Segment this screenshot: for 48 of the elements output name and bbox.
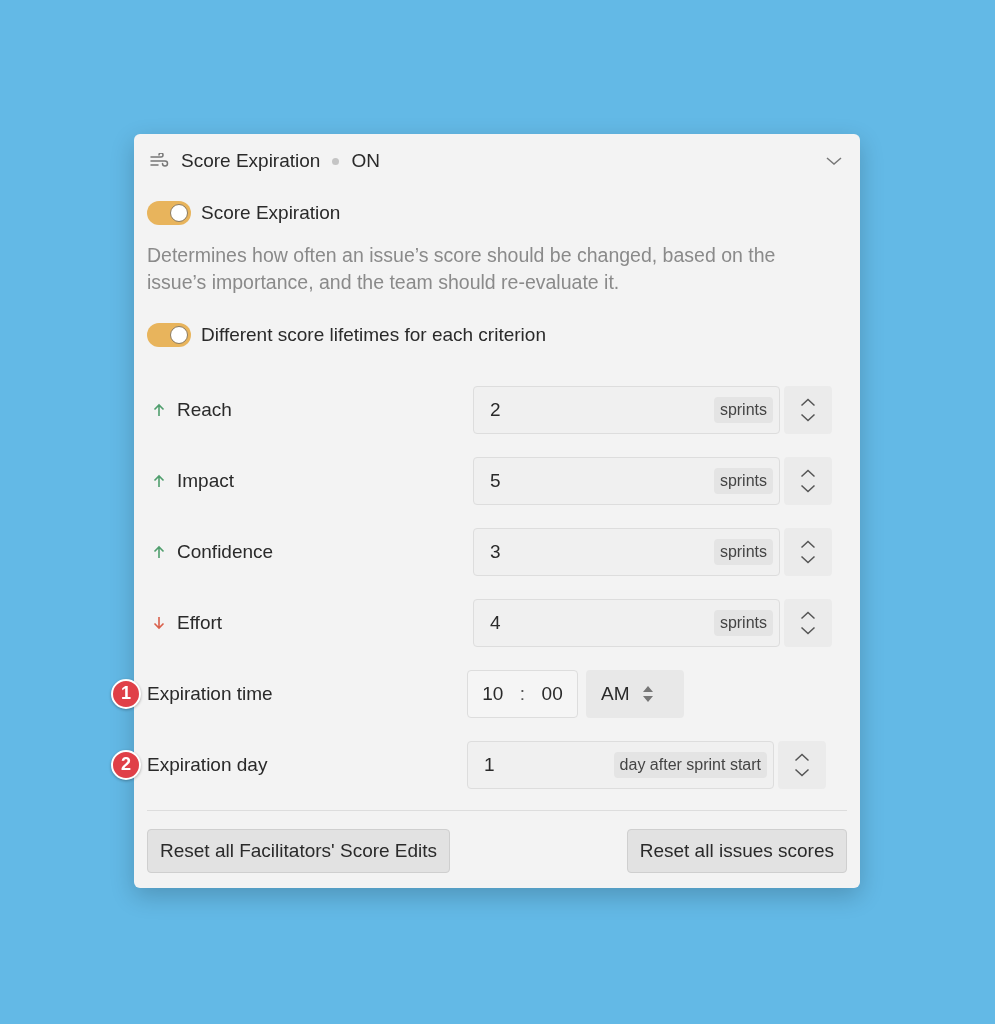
number-field[interactable]: 3 sprints	[473, 527, 780, 576]
stepper[interactable]	[784, 527, 832, 576]
down-chevron-icon[interactable]	[800, 412, 816, 422]
number-field[interactable]: 1 day after sprint start	[467, 740, 774, 789]
unit-tag: sprints	[713, 396, 773, 423]
setting-label: Expiration day	[147, 753, 268, 776]
status-label: ON	[351, 150, 380, 172]
section-title: Score Expiration	[181, 150, 321, 172]
criterion-label: Effort	[177, 611, 223, 634]
chevron-icon[interactable]	[825, 156, 843, 166]
number-field[interactable]: 5 sprints	[473, 456, 780, 505]
toggle-label: Different score lifetimes for each criterion	[201, 324, 546, 346]
unit-tag: day after sprint start	[613, 751, 767, 778]
toggle-label: Score Expiration	[201, 202, 341, 224]
toggle-switch[interactable]	[147, 323, 191, 347]
wind-icon	[149, 153, 169, 169]
down-chevron-icon[interactable]	[794, 767, 810, 777]
number-field[interactable]: 2 sprints	[473, 385, 780, 434]
stepper[interactable]	[778, 740, 826, 789]
separator-dot	[332, 157, 340, 165]
unit-tag: sprints	[713, 467, 773, 494]
stepper[interactable]	[784, 385, 832, 434]
criterion-label: Impact	[177, 469, 235, 492]
stepper[interactable]	[784, 598, 832, 647]
reset-button[interactable]: Reset all Facilitators' Score Edits	[147, 829, 451, 873]
number-field[interactable]: 4 sprints	[473, 598, 780, 647]
number-badge: 2	[111, 749, 141, 780]
up-chevron-icon[interactable]	[800, 610, 816, 620]
criterion-label: Confidence	[177, 540, 274, 563]
down-chevron-icon[interactable]	[800, 554, 816, 564]
down-chevron-icon[interactable]	[800, 625, 816, 635]
sort-icon	[641, 684, 654, 703]
reset-button[interactable]: Reset all issues scores	[626, 829, 847, 873]
stepper[interactable]	[784, 456, 832, 505]
setting-label: Expiration time	[147, 682, 273, 705]
up-chevron-icon[interactable]	[800, 539, 816, 549]
time-field[interactable]: 10 : 00	[467, 669, 578, 718]
up-chevron-icon[interactable]	[794, 752, 810, 762]
number-badge: 1	[111, 678, 141, 709]
period-select[interactable]: AM	[586, 669, 684, 718]
up-chevron-icon[interactable]	[800, 397, 816, 407]
unit-tag: sprints	[713, 538, 773, 565]
down-chevron-icon[interactable]	[800, 483, 816, 493]
toggle-switch[interactable]	[147, 201, 191, 225]
unit-tag: sprints	[713, 609, 773, 636]
up-chevron-icon[interactable]	[800, 468, 816, 478]
description-text: Determines how often an issue’s score should be changed, based on the issue’s importance, and the team should re-evaluate it.	[147, 243, 777, 295]
criterion-label: Reach	[177, 398, 232, 421]
